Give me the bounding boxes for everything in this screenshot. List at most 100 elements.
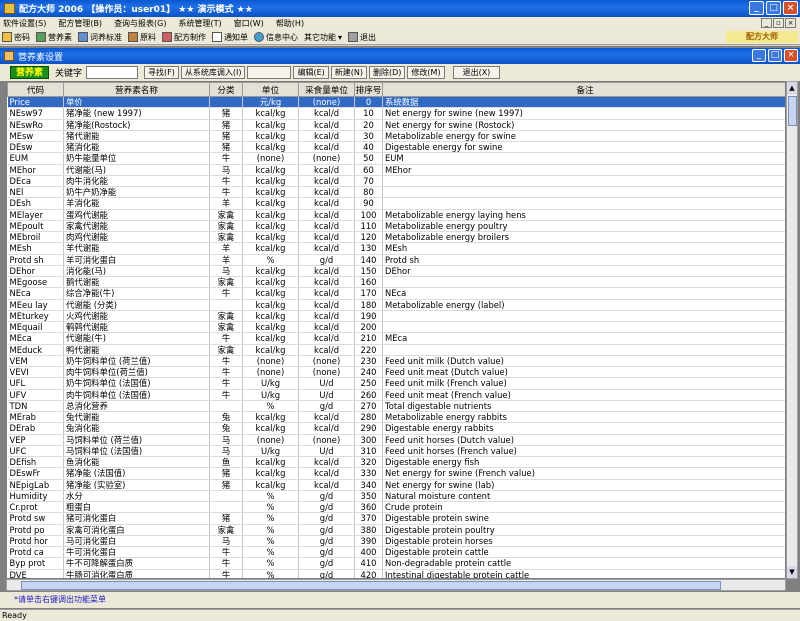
table-cell[interactable]: kcal/kg	[242, 287, 299, 300]
table-cell[interactable]: Crude protein	[382, 501, 785, 514]
table-cell[interactable]: Metabolizable energy for swine	[382, 130, 785, 143]
table-cell[interactable]: kcal/kg	[242, 231, 299, 244]
table-cell[interactable]: kcal/d	[298, 422, 355, 435]
header-category[interactable]: 分类	[209, 82, 243, 97]
table-row[interactable]: DEswFr 猪净能 (法国值) 猪 kcal/kg kcal/d 330 Net ener…	[7, 467, 785, 480]
table-cell[interactable]: 家禽	[209, 344, 243, 356]
table-cell[interactable]: Feed unit horses (Dutch value)	[382, 434, 785, 446]
table-cell[interactable]	[382, 276, 785, 289]
table-row[interactable]: DEca 肉牛消化能牛 kcal/kg kcal/d 70	[7, 175, 785, 188]
table-row[interactable]: MElayer 蛋鸡代谢能 家禽 kcal/kg kcal/d 100 Metaboliza…	[7, 209, 785, 221]
table-cell[interactable]: U/kg	[242, 389, 299, 401]
table-cell[interactable]: kcal/kg	[242, 265, 299, 278]
table-cell[interactable]: 综合净能(牛)	[63, 287, 210, 300]
find-button[interactable]: 寻找(F)	[144, 66, 179, 79]
table-cell[interactable]: 马	[209, 265, 243, 278]
table-cell[interactable]: kcal/kg	[242, 299, 299, 311]
table-row[interactable]: Protd hor 马可消化蛋白马% g/d 390 Digestable protei…	[7, 535, 785, 548]
table-cell[interactable]: 兔	[209, 411, 243, 424]
table-cell[interactable]: Feed unit milk (French value)	[382, 377, 785, 390]
table-cell[interactable]: Metabolizable energy broilers	[382, 231, 785, 244]
table-cell[interactable]: 家禽代谢能	[63, 220, 210, 233]
table-row[interactable]: DEsw 猪消化能猪 kcal/kg kcal/d 40 Digestable energ…	[7, 141, 785, 154]
table-cell[interactable]: 340	[354, 479, 383, 491]
table-cell[interactable]: 家禽可消化蛋白	[63, 524, 210, 536]
table-cell[interactable]: 兔消化能	[63, 422, 210, 435]
table-cell[interactable]: Net energy for swine (French value)	[382, 467, 785, 480]
table-cell[interactable]: NEsw97	[7, 107, 64, 120]
other-functions-button[interactable]: 其它功能 ▾	[304, 32, 342, 43]
table-cell[interactable]: kcal/kg	[242, 456, 299, 469]
table-row[interactable]: NEswRo 猪净能(Rostock) 猪 kcal/kg kcal/d 20 Net en…	[7, 119, 785, 131]
table-cell[interactable]: 猪净能 (实验室)	[63, 479, 210, 491]
table-cell[interactable]: kcal/kg	[242, 175, 299, 188]
table-cell[interactable]: 猪可消化蛋白	[63, 512, 210, 525]
table-cell[interactable]: kcal/d	[298, 107, 355, 120]
table-cell[interactable]: UFL	[7, 377, 64, 390]
table-cell[interactable]	[209, 490, 243, 503]
table-cell[interactable]: 家禽	[209, 220, 243, 233]
table-cell[interactable]: kcal/kg	[242, 119, 299, 131]
table-cell[interactable]: 猪	[209, 130, 243, 143]
table-cell[interactable]: %	[242, 254, 299, 266]
table-cell[interactable]: 350	[354, 490, 383, 503]
table-row[interactable]: Price 单价 元/kg (none) 0 系统数据	[7, 96, 785, 109]
table-cell[interactable]: 奶牛饲料单位 (荷兰值)	[63, 355, 210, 368]
password-button[interactable]: 密码	[2, 32, 30, 43]
table-cell[interactable]: Feed unit horses (French value)	[382, 445, 785, 458]
table-cell[interactable]: 元/kg	[242, 96, 299, 109]
table-cell[interactable]: Cr.prot	[7, 501, 64, 514]
table-cell[interactable]: 猪	[209, 119, 243, 131]
table-cell[interactable]: 牛	[209, 152, 243, 165]
table-row[interactable]: MEduck 鸭代谢能 家禽 kcal/kg kcal/d 220	[7, 344, 785, 356]
table-cell[interactable]: 鹌鹑代谢能	[63, 321, 210, 334]
table-cell[interactable]: 家禽	[209, 321, 243, 334]
table-row[interactable]: Protd ca 牛可消化蛋白牛% g/d 400 Digestable protein…	[7, 546, 785, 559]
table-cell[interactable]: 牛	[209, 389, 243, 401]
table-cell[interactable]: MEca	[382, 332, 785, 345]
table-cell[interactable]: kcal/d	[298, 299, 355, 311]
table-row[interactable]: Cr.prot 粗蛋白% g/d 360 Crude protein	[7, 501, 785, 514]
modify-button[interactable]: 修改(M)	[407, 66, 445, 79]
table-cell[interactable]: kcal/d	[298, 456, 355, 469]
table-cell[interactable]: U/d	[298, 389, 355, 401]
table-cell[interactable]: NEca	[382, 287, 785, 300]
table-cell[interactable]: 100	[354, 209, 383, 221]
table-cell[interactable]: kcal/kg	[242, 242, 299, 255]
nutrient-button[interactable]: 营养素	[36, 32, 72, 43]
table-row[interactable]: NEsw97 猪净能 (new 1997) 猪 kcal/kg kcal/d 10 Net …	[7, 107, 785, 120]
table-cell[interactable]: 牛	[209, 546, 243, 559]
table-cell[interactable]: (none)	[242, 152, 299, 165]
table-cell[interactable]: (none)	[298, 434, 355, 446]
exit-toolbar-button[interactable]: 退出	[348, 32, 376, 43]
table-cell[interactable]: 代谢能(马)	[63, 164, 210, 176]
table-cell[interactable]: kcal/d	[298, 186, 355, 199]
table-cell[interactable]: kcal/d	[298, 332, 355, 345]
table-cell[interactable]: 170	[354, 287, 383, 300]
table-cell[interactable]: 鱼	[209, 456, 243, 469]
table-cell[interactable]: %	[242, 490, 299, 503]
table-cell[interactable]	[382, 321, 785, 334]
table-cell[interactable]: 奶牛产奶净能	[63, 186, 210, 199]
table-cell[interactable]: kcal/d	[298, 220, 355, 233]
table-cell[interactable]: kcal/kg	[242, 107, 299, 120]
table-cell[interactable]: 140	[354, 254, 383, 266]
table-cell[interactable]: Digestable protein poultry	[382, 524, 785, 536]
table-cell[interactable]: kcal/kg	[242, 209, 299, 221]
keyword-input[interactable]	[86, 66, 139, 79]
table-cell[interactable]: Net energy for swine (lab)	[382, 479, 785, 491]
table-cell[interactable]: Metabolizable energy poultry	[382, 220, 785, 233]
table-cell[interactable]	[382, 175, 785, 188]
table-cell[interactable]: kcal/kg	[242, 197, 299, 210]
table-cell[interactable]: 60	[354, 164, 383, 176]
table-row[interactable]: VEP 马饲料单位 (荷兰值) 马 (none) (none) 300 Feed unit …	[7, 434, 785, 446]
table-row[interactable]: TDN 总消化营养% g/d 270 Total digestable nutrient…	[7, 400, 785, 413]
table-cell[interactable]	[209, 299, 243, 311]
table-cell[interactable]: 320	[354, 456, 383, 469]
table-cell[interactable]: 猪净能 (new 1997)	[63, 107, 210, 120]
table-cell[interactable]: U/kg	[242, 445, 299, 458]
table-cell[interactable]: Natural moisture content	[382, 490, 785, 503]
menu-reports[interactable]: 查询与报表(G)	[114, 18, 166, 29]
table-cell[interactable]: 牛	[209, 332, 243, 345]
table-cell[interactable]: kcal/d	[298, 265, 355, 278]
